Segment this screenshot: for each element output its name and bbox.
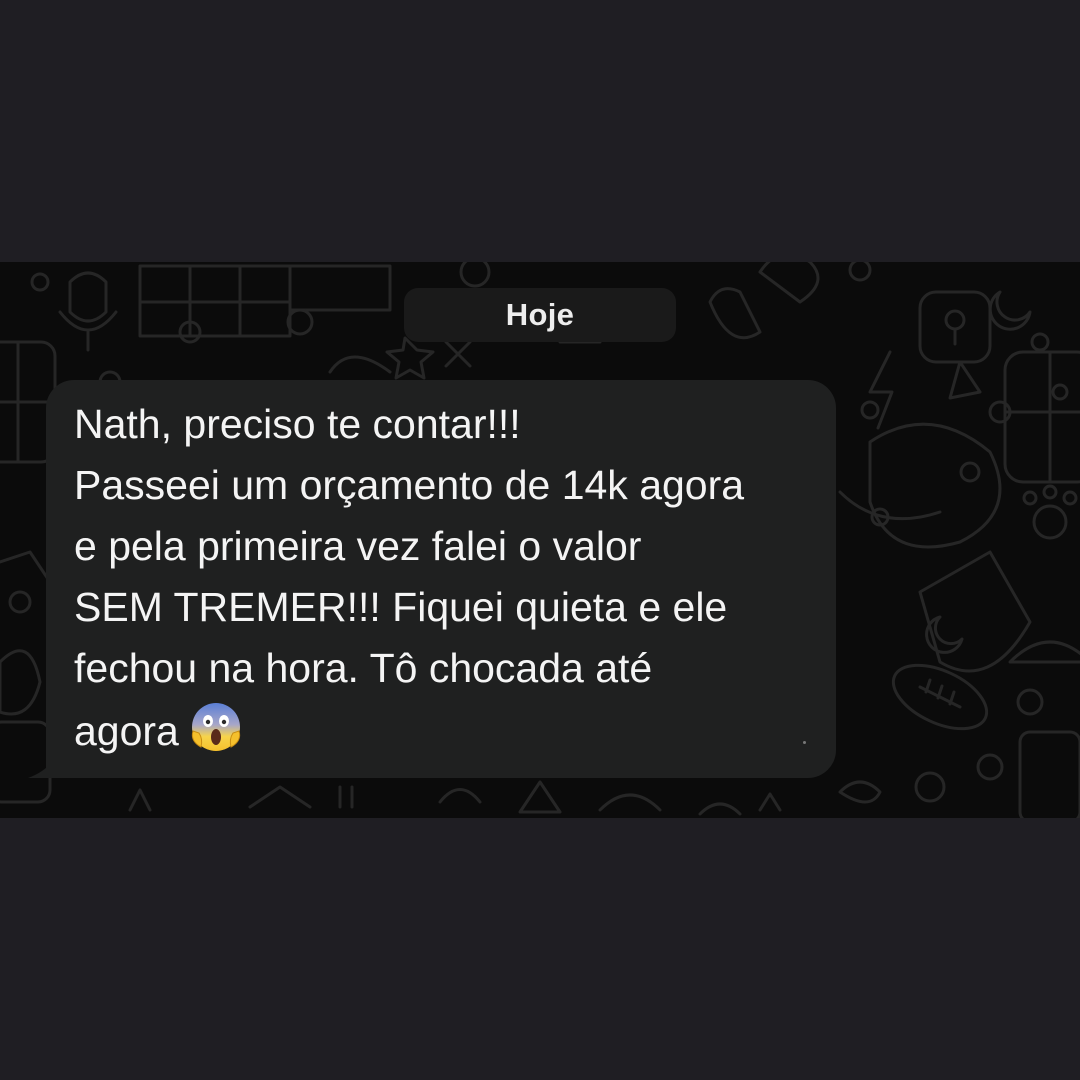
bubble-tail xyxy=(28,752,58,778)
message-text: Nath, preciso te contar!!! Passeei um or… xyxy=(74,394,810,762)
date-separator: Hoje xyxy=(404,288,676,342)
message-body: Nath, preciso te contar!!! Passeei um or… xyxy=(74,401,745,754)
screenshot-frame: Hoje Nath, preciso te contar!!! Passeei … xyxy=(0,0,1080,1080)
face-screaming-in-fear-icon xyxy=(191,703,240,751)
date-separator-label: Hoje xyxy=(505,297,575,332)
incoming-message-bubble[interactable]: Nath, preciso te contar!!! Passeei um or… xyxy=(28,380,836,778)
message-status-dot xyxy=(803,741,806,744)
chat-area[interactable]: Hoje Nath, preciso te contar!!! Passeei … xyxy=(0,262,1080,818)
